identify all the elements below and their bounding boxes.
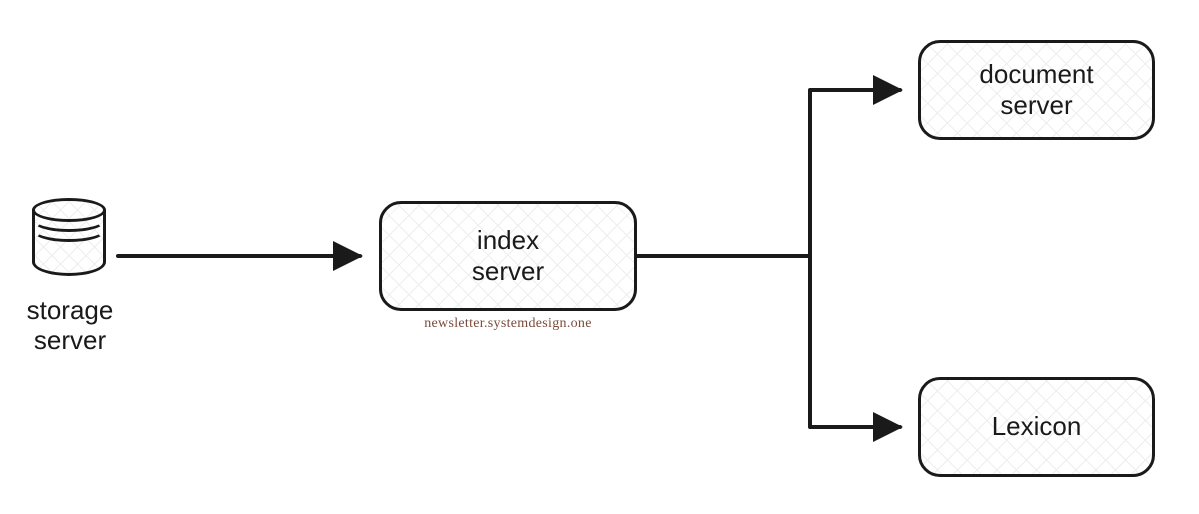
diagram-canvas: { "nodes": { "storage": { "label": "stor… [0, 0, 1199, 514]
edge-to-lexicon [810, 256, 900, 427]
edge-to-document [810, 90, 900, 256]
node-lexicon: Lexicon [918, 377, 1155, 477]
node-index-server: index server [379, 201, 637, 311]
watermark-text: newsletter.systemdesign.one [379, 316, 637, 332]
database-icon [32, 198, 106, 288]
node-document-server: document server [918, 40, 1155, 140]
node-storage-label: storage server [0, 296, 140, 356]
